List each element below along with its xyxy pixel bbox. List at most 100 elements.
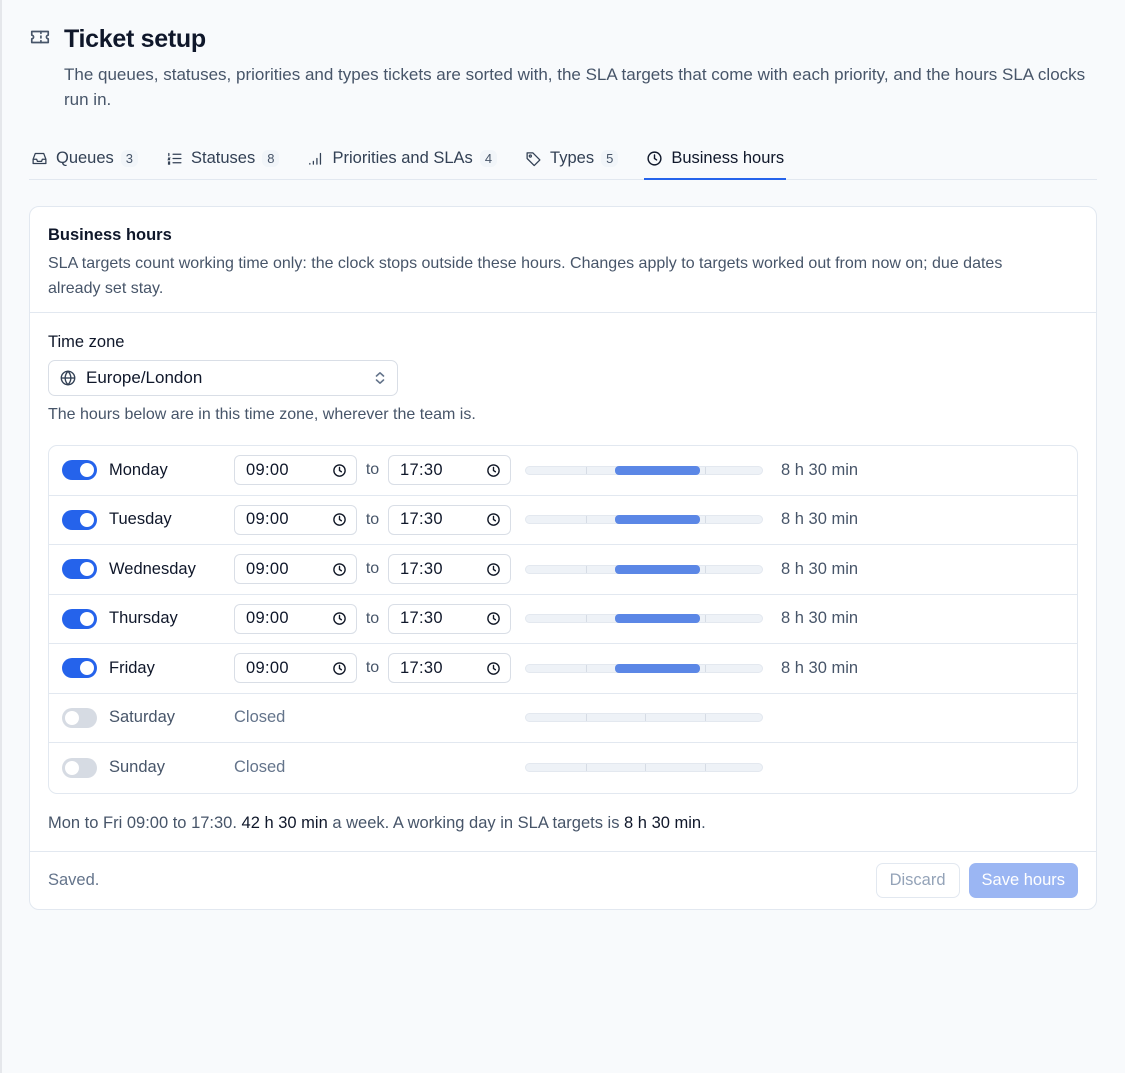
day-label: Monday bbox=[109, 460, 168, 479]
summary-middle: a week. A working day in SLA targets is bbox=[332, 813, 620, 832]
timeline-fill bbox=[615, 663, 700, 673]
tab-business-hours[interactable]: Business hours bbox=[644, 138, 786, 180]
timeline-tick bbox=[705, 466, 706, 474]
end-time-value: 17:30 bbox=[400, 510, 443, 529]
summary-daily-total: 8 h 30 min bbox=[624, 813, 702, 832]
tab-label: Priorities and SLAs bbox=[332, 149, 473, 167]
end-time-input[interactable]: 17:30 bbox=[388, 504, 511, 535]
day-timeline-bar bbox=[525, 515, 763, 525]
summary-suffix: . bbox=[701, 813, 706, 832]
day-label: Sunday bbox=[109, 758, 165, 777]
hours-summary: Mon to Fri 09:00 to 17:30. 42 h 30 min a… bbox=[48, 814, 1078, 833]
card-body: Time zone Europe/London The hours below … bbox=[30, 313, 1096, 851]
page-description: The queues, statuses, priorities and typ… bbox=[64, 65, 1086, 109]
business-hours-card: Business hours SLA targets count working… bbox=[29, 206, 1097, 910]
discard-button[interactable]: Discard bbox=[875, 862, 960, 898]
start-time-value: 09:00 bbox=[246, 658, 289, 677]
timeline-tick bbox=[705, 516, 706, 524]
day-toggle-friday[interactable] bbox=[62, 658, 97, 679]
summary-prefix: Mon to Fri 09:00 to 17:30. bbox=[48, 813, 237, 832]
timeline-tick bbox=[705, 565, 706, 573]
day-label: Tuesday bbox=[109, 510, 172, 529]
tab-bar: Queues 3 Statuses 8 Priorities and SLAs … bbox=[29, 138, 1097, 180]
clock-icon bbox=[332, 611, 347, 626]
timeline-tick bbox=[586, 664, 587, 672]
day-timeline-bar bbox=[525, 763, 763, 773]
start-time-value: 09:00 bbox=[246, 609, 289, 628]
clock-icon bbox=[486, 463, 501, 478]
day-label: Thursday bbox=[109, 609, 178, 628]
summary-weekly-total: 42 h 30 min bbox=[241, 813, 328, 832]
timeline-fill bbox=[615, 614, 700, 624]
timeline-tick bbox=[586, 764, 587, 772]
end-time-input[interactable]: 17:30 bbox=[388, 455, 511, 486]
tab-count: 3 bbox=[120, 150, 139, 167]
timeline-tick bbox=[586, 615, 587, 623]
timeline-tick bbox=[586, 714, 587, 722]
timeline-fill bbox=[615, 515, 700, 525]
tab-statuses[interactable]: Statuses 8 bbox=[164, 138, 281, 179]
start-time-value: 09:00 bbox=[246, 460, 289, 479]
end-time-value: 17:30 bbox=[400, 559, 443, 578]
day-timeline-bar bbox=[525, 465, 763, 475]
tab-priorities-and-slas[interactable]: Priorities and SLAs 4 bbox=[305, 138, 499, 179]
to-label: to bbox=[365, 510, 380, 528]
to-label: to bbox=[365, 659, 380, 677]
clock-icon bbox=[486, 562, 501, 577]
timeline-fill bbox=[615, 465, 700, 475]
tab-types[interactable]: Types 5 bbox=[523, 138, 620, 179]
end-time-value: 17:30 bbox=[400, 658, 443, 677]
weekday-hours-list: Monday 09:00 to 17:30 8 h 30 min Tuesday 09:00… bbox=[48, 445, 1078, 794]
save-status: Saved. bbox=[48, 870, 100, 889]
day-toggle-thursday[interactable] bbox=[62, 608, 97, 629]
clock-icon bbox=[486, 661, 501, 676]
day-row-thursday: Thursday 09:00 to 17:30 8 h 30 min bbox=[49, 595, 1077, 644]
day-toggle-sunday[interactable] bbox=[62, 757, 97, 778]
timeline-tick bbox=[645, 764, 646, 772]
day-row-saturday: Saturday Closed bbox=[49, 694, 1077, 743]
day-toggle-tuesday[interactable] bbox=[62, 509, 97, 530]
timeline-tick bbox=[705, 714, 706, 722]
timezone-value: Europe/London bbox=[86, 368, 203, 387]
inbox-icon bbox=[32, 152, 47, 165]
tag-icon bbox=[526, 152, 541, 167]
timezone-select[interactable]: Europe/London bbox=[48, 360, 398, 396]
timeline-tick bbox=[645, 714, 646, 722]
chevron-up-down-icon bbox=[373, 370, 387, 386]
start-time-value: 09:00 bbox=[246, 510, 289, 529]
timeline-tick bbox=[586, 466, 587, 474]
end-time-input[interactable]: 17:30 bbox=[388, 653, 511, 684]
tab-count: 4 bbox=[479, 150, 498, 167]
ticket-icon bbox=[29, 26, 51, 48]
timeline-fill bbox=[615, 564, 700, 574]
day-toggle-saturday[interactable] bbox=[62, 707, 97, 728]
day-duration: 8 h 30 min bbox=[781, 609, 859, 628]
window-edge bbox=[0, 0, 2, 1073]
day-timeline-bar bbox=[525, 614, 763, 624]
save-hours-button[interactable]: Save hours bbox=[968, 862, 1078, 898]
end-time-input[interactable]: 17:30 bbox=[388, 603, 511, 634]
clock-icon bbox=[647, 151, 662, 166]
day-toggle-monday[interactable] bbox=[62, 460, 97, 481]
to-label: to bbox=[365, 560, 380, 578]
day-row-sunday: Sunday Closed bbox=[49, 743, 1077, 793]
to-label: to bbox=[365, 609, 380, 627]
day-duration: 8 h 30 min bbox=[781, 510, 859, 529]
start-time-input[interactable]: 09:00 bbox=[234, 455, 357, 486]
start-time-input[interactable]: 09:00 bbox=[234, 504, 357, 535]
day-duration: 8 h 30 min bbox=[781, 658, 859, 677]
start-time-input[interactable]: 09:00 bbox=[234, 603, 357, 634]
tab-label: Queues bbox=[56, 149, 114, 167]
globe-icon bbox=[59, 369, 77, 387]
day-duration: 8 h 30 min bbox=[781, 559, 859, 578]
day-toggle-wednesday[interactable] bbox=[62, 559, 97, 580]
start-time-input[interactable]: 09:00 bbox=[234, 653, 357, 684]
start-time-input[interactable]: 09:00 bbox=[234, 554, 357, 585]
timezone-hint: The hours below are in this time zone, w… bbox=[48, 406, 476, 423]
timeline-tick bbox=[586, 565, 587, 573]
tab-queues[interactable]: Queues 3 bbox=[29, 138, 140, 179]
day-duration: 8 h 30 min bbox=[781, 460, 859, 479]
list-icon bbox=[167, 152, 182, 165]
end-time-input[interactable]: 17:30 bbox=[388, 554, 511, 585]
day-label: Wednesday bbox=[109, 559, 196, 578]
